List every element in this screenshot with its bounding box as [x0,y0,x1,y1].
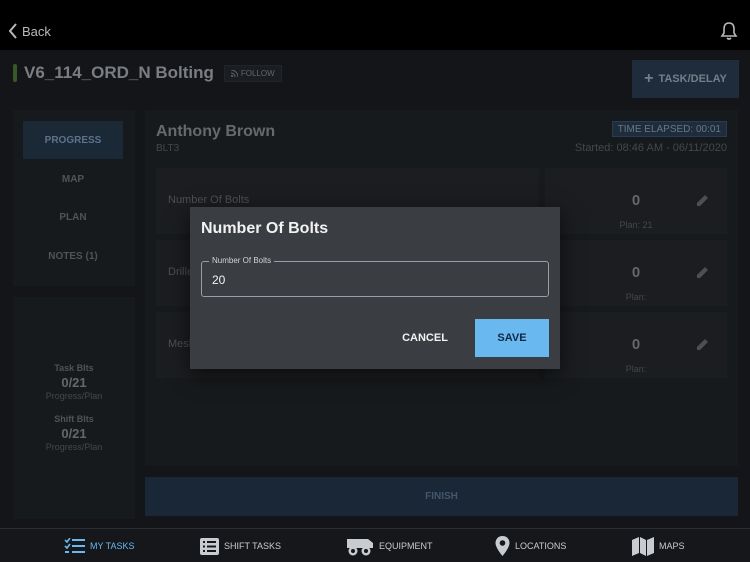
tab-equipment[interactable]: EQUIPMENT [346,529,433,562]
tab-label: EQUIPMENT [379,541,433,551]
truck-icon [347,538,373,555]
tab-maps[interactable]: MAPS [632,529,685,562]
tab-locations[interactable]: LOCATIONS [495,529,566,562]
tab-my-tasks[interactable]: MY TASKS [64,529,135,562]
edit-count-dialog: Number Of Bolts Number Of Bolts CANCEL S… [190,207,560,369]
cancel-button[interactable]: CANCEL [395,319,455,357]
bolts-field: Number Of Bolts [201,256,549,297]
list-icon [200,537,219,555]
location-pin-icon [495,536,510,556]
tab-label: SHIFT TASKS [224,541,282,551]
checklist-icon [64,537,85,553]
save-button[interactable]: SAVE [475,319,549,357]
dialog-title: Number Of Bolts [201,220,329,237]
tab-shift-tasks[interactable]: SHIFT TASKS [200,529,281,562]
bolts-input[interactable] [212,273,532,287]
bottom-tab-bar: MY TASKS SHIFT TASKS EQUIPMENT LOCATIONS [0,528,750,562]
bolts-field-label: Number Of Bolts [209,256,275,265]
map-icon [632,536,654,556]
tab-label: LOCATIONS [515,541,567,551]
tab-label: MAPS [659,541,685,551]
tab-label: MY TASKS [90,541,135,551]
